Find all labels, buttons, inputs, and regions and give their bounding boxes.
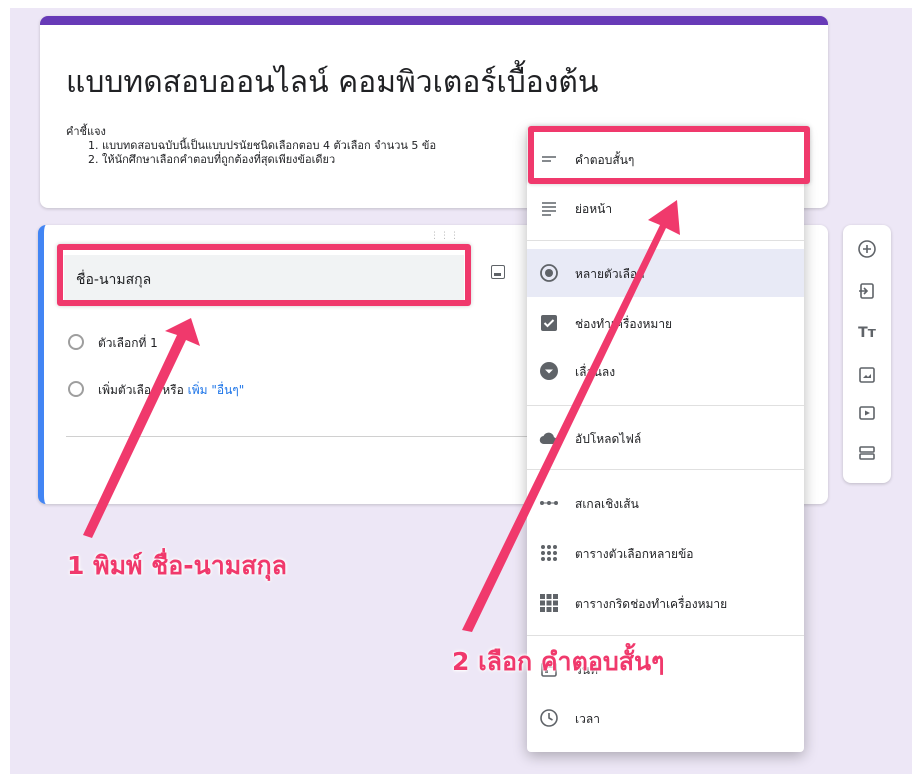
arrow-step-2 <box>462 200 680 632</box>
annotation-step-2: 2 เลือก คำตอบสั้นๆ <box>452 647 665 676</box>
annotation-step-1: 1 พิมพ์ ชื่อ-นามสกุล <box>67 551 287 580</box>
arrow-step-1 <box>83 318 200 538</box>
